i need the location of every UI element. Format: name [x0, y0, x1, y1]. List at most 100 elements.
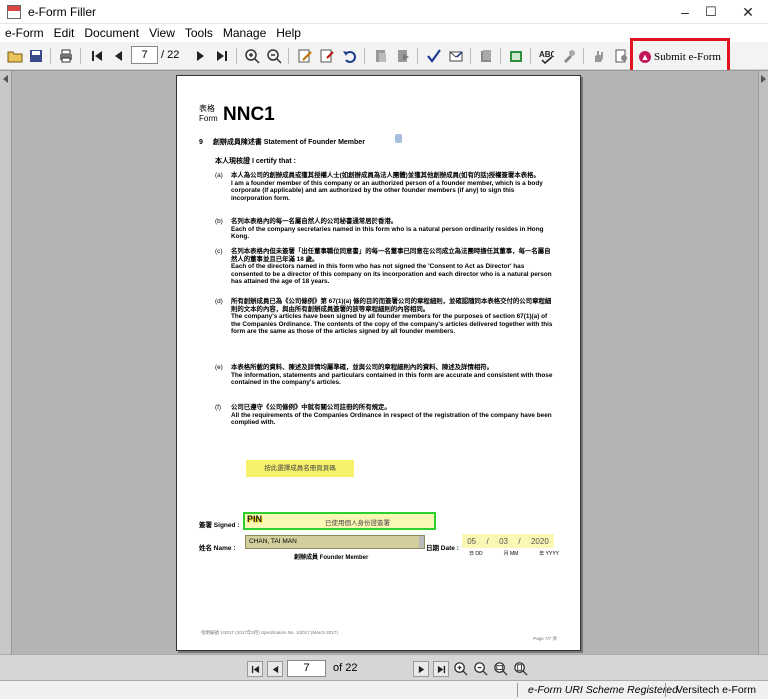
clause-label: (d): [215, 298, 223, 305]
edit-form-icon[interactable]: [296, 47, 314, 65]
nav-fit-width-icon[interactable]: [492, 660, 508, 676]
date-field[interactable]: 05 / 03 / 2020: [462, 534, 554, 548]
window-title: e-Form Filler: [28, 4, 96, 19]
clause-a: (a) 本人為公司的創辦成員或獲其授權人士(如創辦成員為法人團體)並獲其他創辦成…: [215, 172, 555, 202]
zoom-out-icon[interactable]: [265, 47, 283, 65]
hand-icon[interactable]: [590, 47, 608, 65]
spell-check-icon[interactable]: ABC: [537, 47, 555, 65]
clause-en: The company's articles have been signed …: [231, 313, 553, 336]
next-page-icon[interactable]: [191, 47, 209, 65]
nav-fit-page-icon[interactable]: [512, 660, 528, 676]
tools-icon[interactable]: [560, 47, 578, 65]
date-caption-mm: 月 MM: [503, 551, 519, 557]
clause-f: (f) 公司已遵守《公司條例》中就有關公司註冊的所有規定。 All the re…: [215, 404, 555, 427]
signed-label: 簽署 Signed :: [199, 522, 240, 529]
section-title-text: 創辦成員陳述書 Statement of Founder Member: [212, 139, 365, 146]
date-label: 日期 Date :: [426, 545, 459, 552]
date-captions: 日 DD 月 MM 年 YYYY: [469, 550, 559, 557]
close-button[interactable]: ✕: [725, 0, 768, 24]
left-panel-collapsed[interactable]: [0, 71, 12, 655]
last-page-icon[interactable]: [213, 47, 231, 65]
pin-icon: PIN: [247, 514, 263, 524]
date-month[interactable]: 03: [499, 537, 508, 546]
title-bar: e-Form Filler – ☐ ✕: [0, 0, 768, 24]
submit-eform-button[interactable]: ▲ Submit e-Form: [639, 47, 721, 67]
page-footer-number: Page 7/7 頁: [533, 636, 557, 641]
clause-zh: 本表格所載的資料、陳述及詳情均屬準確，並與公司的章程細則內的資料、陳述及詳情相符…: [231, 364, 494, 371]
signature-hint: 已使用個人身份證簽署: [325, 520, 390, 527]
nav-first-page-icon[interactable]: [247, 661, 263, 677]
certify-statement: 本人現核證 I certify that :: [215, 158, 296, 165]
document-viewport[interactable]: 表格 Form NNC1 9 創辦成員陳述書 Statement of Foun…: [0, 70, 768, 655]
status-vendor: Versitech e-Form: [676, 684, 756, 696]
date-year[interactable]: 2020: [531, 537, 549, 546]
clause-zh: 公司已遵守《公司條例》中就有關公司註冊的所有規定。: [231, 404, 391, 411]
sign-envelope-icon[interactable]: [447, 47, 465, 65]
nav-next-page-icon[interactable]: [413, 661, 429, 677]
open-folder-icon[interactable]: [6, 47, 24, 65]
stack-documents-icon[interactable]: [477, 47, 495, 65]
clause-zh: 名列本表格內的每一名屬自然人的公司秘書通常居於香港。: [231, 218, 398, 225]
document-settings-icon[interactable]: [612, 47, 630, 65]
section-number: 9: [199, 139, 203, 146]
founder-member-caption: 創辦成員 Founder Member: [294, 555, 369, 561]
page-footer-specification: 指明編號 1/2017 (2017年3月) Specification No. …: [201, 630, 338, 635]
clause-en: Each of the directors named in this form…: [231, 263, 552, 286]
menu-document[interactable]: Document: [79, 26, 144, 40]
attach-document-icon[interactable]: [372, 47, 390, 65]
menu-eform[interactable]: e-Form: [0, 26, 49, 40]
name-select[interactable]: CHAN, TAI MAN: [245, 535, 425, 549]
forward-document-icon[interactable]: [394, 47, 412, 65]
dropdown-icon[interactable]: [419, 536, 424, 548]
form-list-icon[interactable]: [507, 47, 525, 65]
undo-icon[interactable]: [341, 47, 359, 65]
form-label-en: Form: [199, 114, 218, 123]
clause-en: Each of the company secretaries named in…: [231, 225, 544, 241]
nav-page-total: of 22: [333, 662, 358, 674]
clause-label: (a): [215, 172, 223, 179]
clause-zh: 本人為公司的創辦成員或獲其授權人士(如創辦成員為法人團體)並獲其他創辦成員(如有…: [231, 172, 540, 179]
nav-last-page-icon[interactable]: [433, 661, 449, 677]
print-icon[interactable]: [57, 47, 75, 65]
menu-help[interactable]: Help: [271, 26, 306, 40]
clause-label: (b): [215, 218, 223, 225]
menu-tools[interactable]: Tools: [180, 26, 218, 40]
page-total: / 22: [161, 49, 180, 61]
form-label-zh: 表格: [199, 104, 215, 113]
menu-edit[interactable]: Edit: [49, 26, 80, 40]
page-number-input[interactable]: 7: [131, 46, 158, 64]
prev-page-icon[interactable]: [110, 47, 128, 65]
clause-en: The information, statements and particul…: [231, 371, 553, 387]
nav-zoom-out-icon[interactable]: [472, 660, 488, 676]
nav-prev-page-icon[interactable]: [267, 661, 283, 677]
nav-zoom-in-icon[interactable]: [452, 660, 468, 676]
name-label: 姓名 Name :: [199, 545, 236, 552]
clause-en: I am a founder member of this company or…: [231, 179, 543, 202]
signature-field[interactable]: PIN 已使用個人身份證簽署: [243, 512, 436, 530]
clause-label: (e): [215, 364, 223, 371]
clause-en: All the requirements of the Companies Or…: [231, 411, 552, 427]
upload-arrow-icon: ▲: [639, 51, 651, 63]
section-info-icon[interactable]: [395, 134, 402, 143]
member-register-page-field[interactable]: 按此選擇成員名冊頁頁碼: [246, 460, 354, 477]
clause-b: (b) 名列本表格內的每一名屬自然人的公司秘書通常居於香港。 Each of t…: [215, 218, 555, 241]
clause-label: (c): [215, 248, 223, 255]
nav-page-input[interactable]: 7: [287, 660, 326, 677]
date-day[interactable]: 05: [467, 537, 476, 546]
arrow-right-icon[interactable]: [761, 75, 766, 83]
page-navigation-bar: 7 of 22: [0, 654, 768, 681]
menu-manage[interactable]: Manage: [218, 26, 271, 40]
first-page-icon[interactable]: [88, 47, 106, 65]
save-icon[interactable]: [27, 47, 45, 65]
zoom-in-icon[interactable]: [243, 47, 261, 65]
clause-d: (d) 所有創辦成員已為《公司條例》第 67(1)(a) 條的目的而簽署公司的章…: [215, 298, 555, 336]
right-panel-collapsed[interactable]: [758, 71, 768, 655]
menu-view[interactable]: View: [144, 26, 180, 40]
date-separator: /: [518, 536, 521, 546]
clause-e: (e) 本表格所載的資料、陳述及詳情均屬準確，並與公司的章程細則內的資料、陳述及…: [215, 364, 555, 387]
check-icon[interactable]: [425, 47, 443, 65]
status-uri-scheme: e-Form URI Scheme Registered: [528, 684, 678, 696]
validate-form-icon[interactable]: [318, 47, 336, 65]
date-caption-dd: 日 DD: [469, 551, 483, 557]
arrow-left-icon[interactable]: [3, 75, 8, 83]
